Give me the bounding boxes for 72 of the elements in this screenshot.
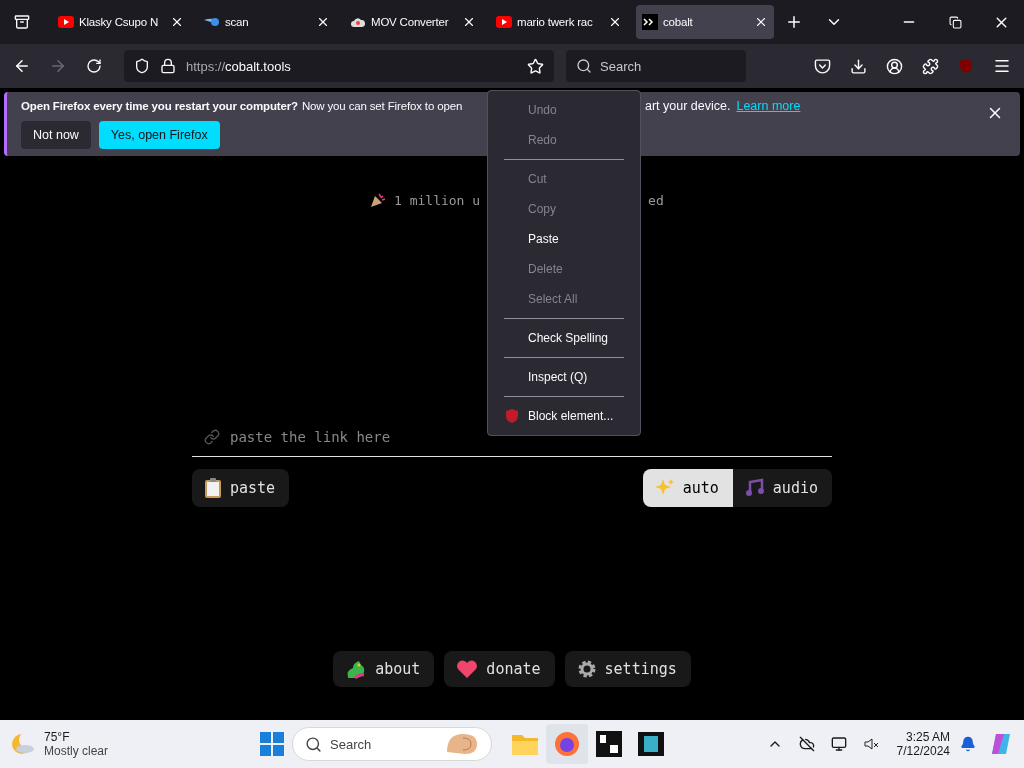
link-icon: [204, 429, 220, 445]
speaker-muted-icon[interactable]: [862, 736, 879, 752]
announcement-text: ed: [648, 192, 664, 208]
pocket-icon[interactable]: [813, 57, 831, 75]
video-play-icon: [58, 16, 74, 28]
lock-icon[interactable]: [160, 58, 176, 74]
party-popper-icon: [370, 192, 386, 208]
terminal-icon: [642, 14, 658, 30]
close-icon[interactable]: [316, 15, 330, 29]
browser-tab[interactable]: Klasky Csupo N: [52, 5, 190, 39]
browser-tab[interactable]: mario twerk rac: [490, 5, 628, 39]
confirm-button[interactable]: Yes, open Firefox: [98, 121, 220, 149]
extensions-icon[interactable]: [921, 57, 939, 75]
back-icon[interactable]: [13, 57, 31, 75]
browser-tab[interactable]: cobalt: [636, 5, 774, 39]
search-icon: [576, 58, 592, 74]
notification-text: art your device.: [645, 99, 731, 113]
search-icon: [305, 735, 322, 753]
close-icon[interactable]: [754, 15, 768, 29]
search-field[interactable]: Search: [566, 50, 746, 82]
close-icon[interactable]: [462, 15, 476, 29]
close-icon[interactable]: [170, 15, 184, 29]
app-icon[interactable]: [596, 731, 622, 757]
paste-button[interactable]: paste: [192, 469, 290, 507]
notification-title: Open Firefox every time you restart your computer?: [21, 100, 298, 112]
reload-icon[interactable]: [86, 58, 102, 74]
learn-more-link[interactable]: Learn more: [736, 99, 801, 113]
bookmark-star-icon[interactable]: [527, 57, 544, 75]
cloud-icon: [350, 16, 366, 28]
weather-moon-icon: [10, 731, 36, 757]
temperature-text: 75°F: [44, 730, 71, 744]
video-play-icon: [496, 16, 512, 28]
footer-button[interactable]: settings: [564, 651, 691, 687]
gear-icon: [576, 659, 597, 679]
browser-tab[interactable]: MOV Converter: [344, 5, 482, 39]
notification-text: Now you can set Firefox to open: [301, 100, 463, 112]
weather-condition-text: Mostly clear: [44, 744, 108, 758]
browser-tab[interactable]: scan: [198, 5, 336, 39]
film-app-icon[interactable]: [638, 732, 664, 756]
shield-icon: [505, 409, 519, 423]
menu-item[interactable]: Paste: [488, 224, 640, 254]
announcement-text: 1 million u: [394, 192, 481, 208]
restore-icon[interactable]: [948, 15, 962, 29]
new-tab-icon[interactable]: [785, 13, 803, 31]
clipboard-icon: [204, 478, 222, 498]
account-icon[interactable]: [885, 57, 903, 75]
footer-button[interactable]: about: [333, 651, 435, 687]
music-notes-icon: [744, 478, 765, 498]
cloud-off-icon[interactable]: [798, 736, 815, 752]
tab-overview-icon[interactable]: [14, 14, 30, 30]
notification-bell-icon[interactable]: [960, 736, 976, 752]
url-text: https://cobalt.tools: [186, 58, 292, 74]
menu-item[interactable]: Check Spelling: [488, 323, 640, 353]
menu-item[interactable]: Inspect (Q): [488, 362, 640, 392]
footer-button[interactable]: donate: [444, 651, 555, 687]
dismiss-button[interactable]: Not now: [21, 121, 91, 149]
forward-icon[interactable]: [49, 57, 67, 75]
address-bar[interactable]: https://cobalt.tools: [124, 50, 554, 82]
start-button[interactable]: [260, 732, 284, 756]
menu-icon[interactable]: [993, 57, 1011, 75]
shield-icon[interactable]: [134, 58, 150, 74]
monitor-icon[interactable]: [830, 736, 847, 752]
clock-time: 3:25 AM: [905, 730, 950, 744]
browser-icon[interactable]: [554, 731, 580, 757]
downloads-icon[interactable]: [849, 57, 867, 75]
browser-taskbar-button[interactable]: [546, 724, 588, 764]
comet-icon: [204, 16, 220, 28]
close-icon[interactable]: [608, 15, 622, 29]
heart-icon: [456, 659, 479, 679]
taskbar-search-field[interactable]: Search: [292, 727, 492, 761]
mode-toggle[interactable]: auto: [642, 469, 733, 507]
clock-date: 7/12/2024: [896, 744, 950, 758]
